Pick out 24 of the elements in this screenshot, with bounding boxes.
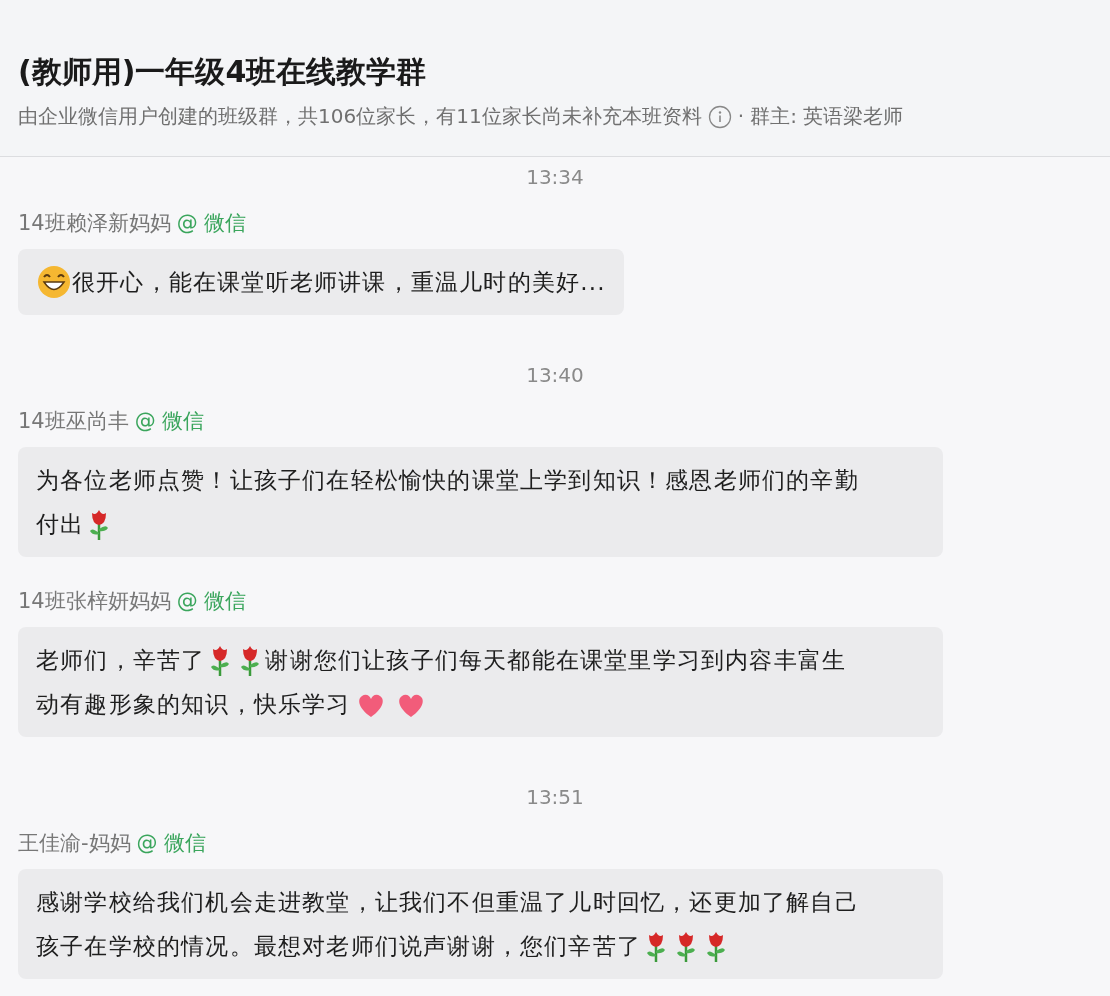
message-text: 付出: [36, 510, 85, 539]
group-description: 由企业微信用户创建的班级群，共106位家长，有11位家长尚未补充本班资料: [18, 103, 702, 130]
message-text: 动有趣形象的知识，快乐学习: [36, 690, 351, 719]
group-title: (教师用)一年级4班在线教学群: [18, 53, 428, 91]
timestamp: 13:51: [526, 785, 584, 809]
message-text: 谢谢您们让孩子们每天都能在课堂里学习到内容丰富生: [265, 646, 847, 675]
message-text: 很开心，能在课堂听老师讲课，重温儿时的美好...: [72, 268, 606, 297]
sender-source: @ 微信: [176, 210, 247, 237]
message-text: 感谢学校给我们机会走进教堂，让我们不但重温了儿时回忆，还更加了解自己: [36, 888, 859, 917]
timestamp: 13:40: [526, 363, 584, 387]
sender-source: @ 微信: [136, 830, 207, 857]
sender-source: @ 微信: [176, 588, 247, 615]
sender-name: 14班巫尚丰: [18, 408, 129, 435]
message-text: 孩子在学校的情况。最想对老师们说声谢谢，您们辛苦了: [36, 932, 641, 961]
group-owner: · 群主: 英语梁老师: [737, 103, 904, 130]
timestamp: 13:34: [526, 165, 584, 189]
sender-name: 14班张梓妍妈妈: [18, 588, 171, 615]
message-text: 老师们，辛苦了: [36, 646, 206, 675]
sender-source: @ 微信: [134, 408, 205, 435]
info-icon[interactable]: [707, 104, 732, 129]
sender-name: 王佳渝-妈妈: [18, 830, 131, 857]
message-text: 为各位老师点赞！让孩子们在轻松愉快的课堂上学到知识！感恩老师们的辛勤: [36, 466, 859, 495]
sender-name: 14班赖泽新妈妈: [18, 210, 171, 237]
grinning-face-icon: [36, 265, 72, 299]
